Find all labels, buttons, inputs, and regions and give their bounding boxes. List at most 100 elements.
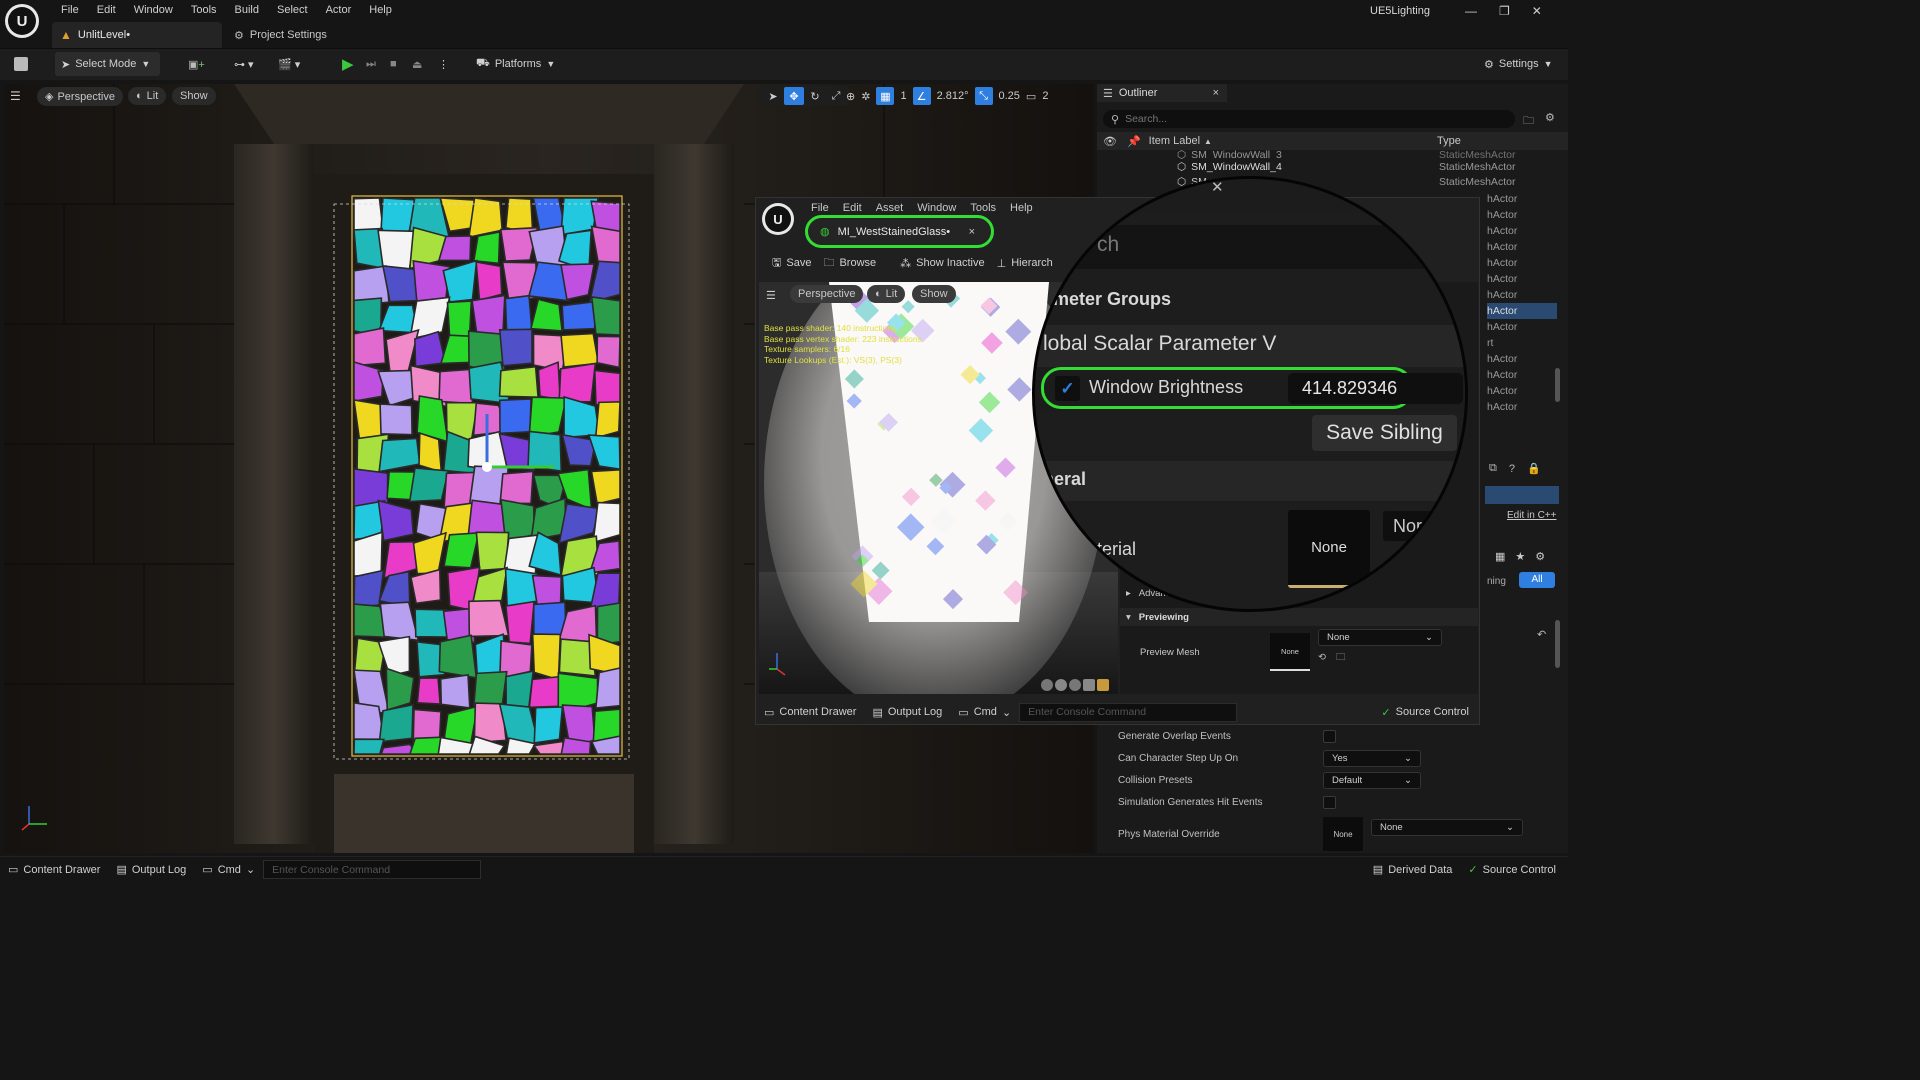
world-icon[interactable]: ⊕ [846,90,855,103]
menu-select[interactable]: Select [268,1,317,19]
table-row[interactable]: hActor [1487,383,1557,399]
close-icon[interactable]: × [1213,87,1219,99]
table-row[interactable]: ⬡ SM_WindowWall_3 StaticMeshActor [1097,149,1568,161]
table-row[interactable]: hActor [1487,399,1557,415]
surface-snap-icon[interactable]: ✲ [861,90,870,103]
table-row[interactable]: hActor [1487,271,1557,287]
view-mode-button[interactable]: ◐ Lit [128,87,167,105]
selection-bar[interactable] [1485,486,1559,504]
minimize-icon[interactable]: — [1390,204,1404,220]
material-thumbnail[interactable]: None [1288,510,1370,588]
col-item-label[interactable]: Item Label [1149,135,1200,147]
grid-snap-icon[interactable]: ▦ [876,87,895,105]
menu-edit[interactable]: Edit [836,202,869,214]
unreal-logo[interactable]: U [5,4,39,38]
play-options-button[interactable]: ⋮ [432,52,455,76]
translate-tool-icon[interactable]: ✥ [784,87,804,105]
preview-mesh-dropdown[interactable]: None ⌄ [1318,628,1442,646]
window-brightness-value[interactable]: 414.829346 [1288,373,1463,404]
table-row[interactable]: hActor [1487,287,1557,303]
magnifier-close-icon[interactable]: ✕ [1211,178,1224,196]
previewing-category[interactable]: ▾ Previewing [1120,608,1478,626]
restore-icon[interactable]: ❐ [1499,4,1510,18]
details-settings-icon[interactable]: ⚙ [1535,550,1545,563]
camera-speed-icon[interactable]: ▭ [1026,90,1036,103]
maximize-icon[interactable]: ☐ [1426,203,1439,220]
settings-dropdown[interactable]: ⚙ Settings ▼ [1478,52,1559,76]
material-tab[interactable]: ◍ MI_WestStainedGlass• × [805,215,994,248]
table-row[interactable]: hActor [1487,319,1557,335]
preview-lit-button[interactable]: ◐ Lit [867,285,906,303]
table-row[interactable]: hActor [1487,191,1557,207]
reset-arrow-icon[interactable]: ↶ [1537,628,1546,641]
source-control-button[interactable]: ✓ Source Control [1373,706,1477,719]
cinematics-button[interactable]: 🎬 ▾ [272,52,306,76]
browse-asset-icon[interactable]: 🗀 [1336,650,1346,666]
editor-logo[interactable]: U [762,203,794,235]
step-up-dropdown[interactable]: Yes ⌄ [1323,749,1421,767]
save-sibling-button[interactable]: Save Sibling [1312,415,1457,451]
use-selected-icon[interactable]: ⟲ [1318,652,1326,663]
teapot-icon[interactable] [1097,679,1109,691]
add-actor-button[interactable]: ▣+ [182,52,211,76]
preview-mesh-thumbnail[interactable]: None [1270,633,1310,671]
menu-file[interactable]: File [804,202,836,214]
browse-button[interactable]: 🗀 Browse [817,251,882,275]
scale-tool-icon[interactable]: ⤢ [826,87,846,105]
cylinder-icon[interactable] [1041,679,1053,691]
derived-data-button[interactable]: ▤ Derived Data [1365,863,1461,877]
table-row[interactable]: hActor [1487,223,1557,239]
perspective-button[interactable]: ◈ Perspective [37,87,123,106]
layout-icon[interactable]: ⧉ [1489,462,1497,475]
visibility-icon[interactable]: 👁 [1103,135,1117,148]
outliner-scrollbar[interactable] [1555,368,1560,402]
menu-asset[interactable]: Asset [869,202,911,214]
outliner-tab[interactable]: ☰ Outliner × [1097,84,1227,102]
eject-button[interactable]: ⏏ [406,52,428,76]
stop-button[interactable]: ■ [384,52,403,76]
scale-snap-icon[interactable]: ⤡ [974,87,993,105]
console-input[interactable]: Enter Console Command [263,860,482,879]
lock-icon[interactable]: 🔒 [1527,462,1541,475]
viewport-menu-button[interactable]: ☰ [10,89,26,103]
preview-show-button[interactable]: Show [912,285,956,303]
table-row-selected[interactable]: hActor [1487,303,1557,319]
show-button[interactable]: Show [172,87,216,105]
show-inactive-button[interactable]: ⁂ Show Inactive [894,251,990,275]
table-view-icon[interactable]: ▦ [1495,550,1505,563]
col-type[interactable]: Type [1437,135,1461,147]
close-icon[interactable]: × [969,226,975,238]
phys-material-dropdown[interactable]: None ⌄ [1371,818,1523,836]
help-icon[interactable]: ? [1509,463,1515,475]
tab-project-settings[interactable]: ⚙ Project Settings [230,22,327,48]
console-input[interactable]: Enter Console Command [1019,702,1238,722]
table-row[interactable]: hActor [1487,255,1557,271]
cube-icon[interactable] [1083,679,1095,691]
add-folder-icon[interactable]: 🗀 [1523,112,1534,131]
rotate-tool-icon[interactable]: ↻ [805,87,825,105]
menu-tools[interactable]: Tools [963,202,1003,214]
output-log-button[interactable]: ▤ Output Log [864,706,950,719]
menu-window[interactable]: Window [125,1,182,19]
table-row[interactable]: hActor [1487,207,1557,223]
cmd-dropdown[interactable]: ▭ Cmd ⌄ [194,863,263,877]
outliner-settings-icon[interactable]: ⚙ [1545,111,1555,124]
grid-snap-value[interactable]: 1 [900,90,906,102]
menu-actor[interactable]: Actor [317,1,361,19]
search-input[interactable] [1125,113,1426,125]
table-row[interactable]: hActor [1487,239,1557,255]
plane-icon[interactable] [1069,679,1081,691]
table-row[interactable]: ⬡ SM_WindowWall_4 StaticMeshActor [1097,159,1568,175]
pin-icon[interactable]: 📌 [1127,135,1141,148]
edit-in-cpp-link[interactable]: Edit in C++ [1507,510,1556,521]
camera-speed-value[interactable]: 2 [1042,90,1048,102]
menu-tools[interactable]: Tools [182,1,226,19]
output-log-button[interactable]: ▤ Output Log [108,863,194,877]
angle-snap-value[interactable]: 2.812° [937,90,969,102]
preview-menu-button[interactable]: ☰ [766,289,776,302]
details-scrollbar[interactable] [1555,620,1560,668]
blueprint-button[interactable]: ⊶ ▾ [228,52,260,76]
window-brightness-checkbox[interactable]: ✓ [1055,376,1080,401]
menu-help[interactable]: Help [360,1,401,19]
select-tool-icon[interactable]: ➤ [763,87,783,105]
